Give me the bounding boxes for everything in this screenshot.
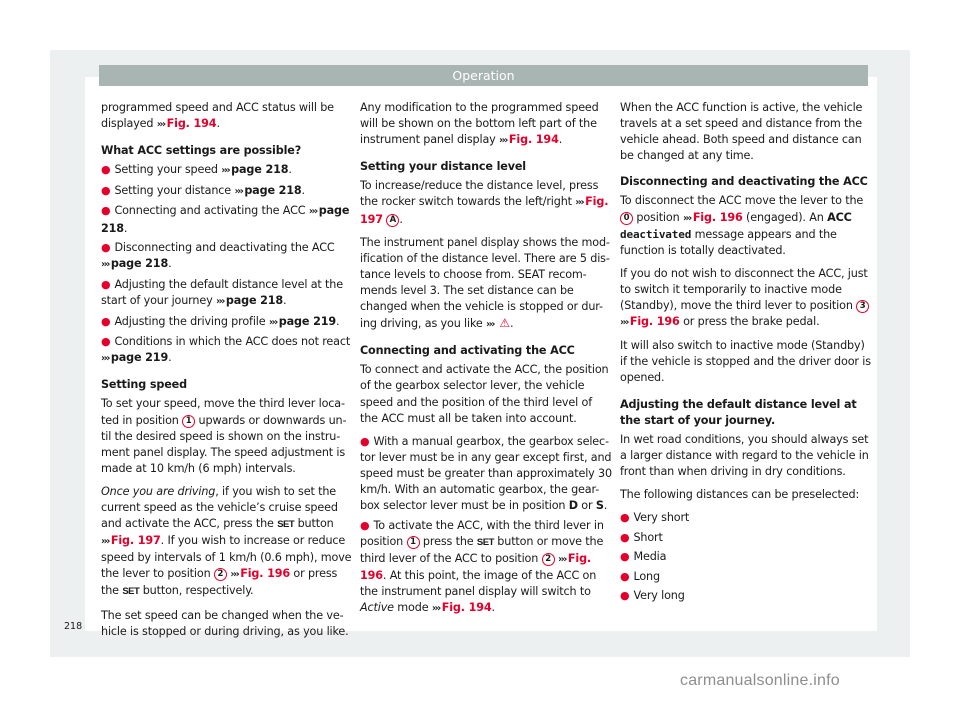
distance-paragraph-1: To increase/reduce the distance level, p…	[360, 179, 609, 227]
intro-paragraph: programmed speed and ACC status will be …	[101, 101, 334, 131]
column-2: Any modification to the programmed speed…	[360, 100, 612, 621]
arrow-icon: ›››	[499, 135, 508, 147]
section-header: Operation	[99, 65, 868, 86]
list-item: ● To activate the ACC, with the third lev…	[360, 518, 604, 615]
bullet-icon: ●	[101, 204, 111, 218]
arrow-icon: ›››	[101, 259, 110, 271]
list-item: ● Adjusting the driving profile ››› page 2…	[101, 314, 340, 328]
bullet-icon: ●	[101, 241, 111, 255]
heading-disconnecting: Disconnecting and deactivating the ACC	[620, 175, 868, 189]
set-button-icon: SET	[277, 519, 295, 531]
list-item: ● Long	[620, 569, 660, 583]
bullet-icon: ●	[101, 277, 111, 291]
bullet-icon: ●	[620, 589, 630, 603]
disconnect-paragraph-2: If you do not wish to disconnect the ACC…	[620, 266, 870, 329]
arrow-icon: ›››	[230, 569, 239, 581]
bullet-icon: ●	[360, 434, 370, 448]
figure-link[interactable]: Fig. 197	[111, 534, 161, 547]
arrow-icon: ›››	[215, 295, 225, 307]
arrow-icon: ›››	[156, 119, 166, 131]
list-item: ● Setting your speed ››› page 218.	[101, 163, 292, 177]
connect-paragraph: To connect and activate the ACC, the pos…	[360, 363, 609, 425]
list-item: ● Media	[620, 550, 667, 564]
speed-paragraph-3: The set speed can be changed when the ve…	[101, 608, 349, 638]
speed-paragraph-1: To set your speed, move the third lever …	[101, 397, 347, 475]
heading-settings: What ACC settings are possible?	[101, 144, 302, 158]
arrow-icon: ›››	[101, 353, 110, 365]
page-number: 218	[64, 621, 83, 632]
list-item: ● Disconnecting and deactivating the ACC …	[101, 241, 335, 271]
arrow-icon: ›››	[431, 603, 441, 615]
page-link[interactable]: page 218	[231, 163, 288, 176]
arrow-icon: ›››	[682, 212, 692, 224]
page-link[interactable]: page 218	[244, 184, 301, 197]
set-button-icon: SET	[476, 536, 494, 548]
intro-paragraph: When the ACC function is active, the veh…	[620, 101, 863, 163]
position-2-marker: 2	[541, 552, 555, 566]
arrow-icon: ›››	[620, 317, 629, 329]
bullet-icon: ●	[101, 335, 111, 349]
arrow-icon: ›››	[558, 553, 567, 565]
bullet-icon: ●	[101, 163, 111, 177]
list-item: ● With a manual gearbox, the gearbox sele…	[360, 434, 612, 513]
disconnect-paragraph-3: It will also switch to inactive mode (St…	[620, 339, 871, 385]
heading-default-distance: Adjusting the default distance level at …	[620, 397, 857, 427]
settings-list: ● Setting your speed ››› page 218. ● Settin…	[101, 162, 353, 367]
speed-paragraph-2: Once you are driving, if you wish to set…	[101, 484, 352, 598]
intro-paragraph: Any modification to the programmed speed…	[360, 101, 599, 147]
display-message: deactivated	[620, 227, 692, 241]
figure-link[interactable]: Fig. 196	[630, 315, 680, 328]
distance-paragraph-2: The instrument panel display shows the m…	[360, 235, 610, 331]
list-item: ● Setting your distance ››› page 218.	[101, 183, 305, 197]
column-1: programmed speed and ACC status will be …	[101, 100, 353, 647]
figure-link[interactable]: Fig. 194	[167, 117, 217, 130]
arrow-icon: ›››	[486, 319, 495, 331]
bullet-icon: ●	[360, 518, 370, 532]
heading-setting-speed: Setting speed	[101, 378, 187, 392]
default-paragraph-1: In wet road conditions, you should alway…	[620, 432, 869, 478]
arrow-icon: ›››	[101, 536, 110, 548]
list-item: ● Conditions in which the ACC does not re…	[101, 335, 351, 365]
position-a-marker: A	[386, 213, 400, 227]
arrow-icon: ›››	[234, 185, 243, 197]
list-item: ● Adjusting the default distance level at…	[101, 277, 343, 307]
column-3: When the ACC function is active, the veh…	[620, 100, 872, 608]
position-2-marker: 2	[213, 568, 227, 582]
figure-link[interactable]: Fig. 194	[442, 601, 492, 614]
bullet-icon: ●	[620, 569, 630, 583]
figure-link[interactable]: Fig. 196	[693, 211, 743, 224]
arrow-icon: ›››	[221, 165, 230, 177]
bullet-icon: ●	[101, 314, 111, 328]
list-item: ● Short	[620, 530, 663, 544]
heading-connecting: Connecting and activating the ACC	[360, 344, 575, 358]
default-paragraph-2: The following distances can be preselect…	[620, 487, 860, 501]
bullet-icon: ●	[620, 550, 630, 564]
list-item: ● Very short	[620, 511, 690, 525]
position-3-marker: 3	[856, 300, 870, 314]
distance-options-list: ● Very short ● Short ● Media ● Long ● Very lo…	[620, 510, 872, 604]
page-link[interactable]: page 219	[111, 351, 168, 364]
watermark: carmanualsonline.info	[680, 672, 840, 689]
warning-icon[interactable]: ⚠	[499, 316, 510, 330]
bullet-icon: ●	[620, 530, 630, 544]
figure-link[interactable]: Fig. 196	[240, 567, 290, 580]
list-item: ● Connecting and activating the ACC ››› pa…	[101, 204, 350, 235]
position-1-marker: 1	[182, 414, 196, 428]
arrow-icon: ›››	[268, 316, 278, 328]
bullet-icon: ●	[620, 511, 630, 525]
disconnect-paragraph-1: To disconnect the ACC move the lever to …	[620, 194, 864, 257]
figure-link[interactable]: Fig. 194	[509, 133, 559, 146]
list-item: ● Very long	[620, 589, 685, 603]
page-link[interactable]: page 218	[111, 257, 168, 270]
position-0-marker: 0	[620, 211, 633, 225]
arrow-icon: ›››	[308, 206, 318, 218]
position-1-marker: 1	[406, 535, 420, 549]
set-button-icon: SET	[122, 586, 140, 598]
page-link[interactable]: page 219	[279, 315, 336, 328]
bullet-icon: ●	[101, 183, 111, 197]
arrow-icon: ›››	[575, 197, 584, 209]
page-link[interactable]: page 218	[226, 294, 283, 307]
heading-distance-level: Setting your distance level	[360, 160, 526, 174]
